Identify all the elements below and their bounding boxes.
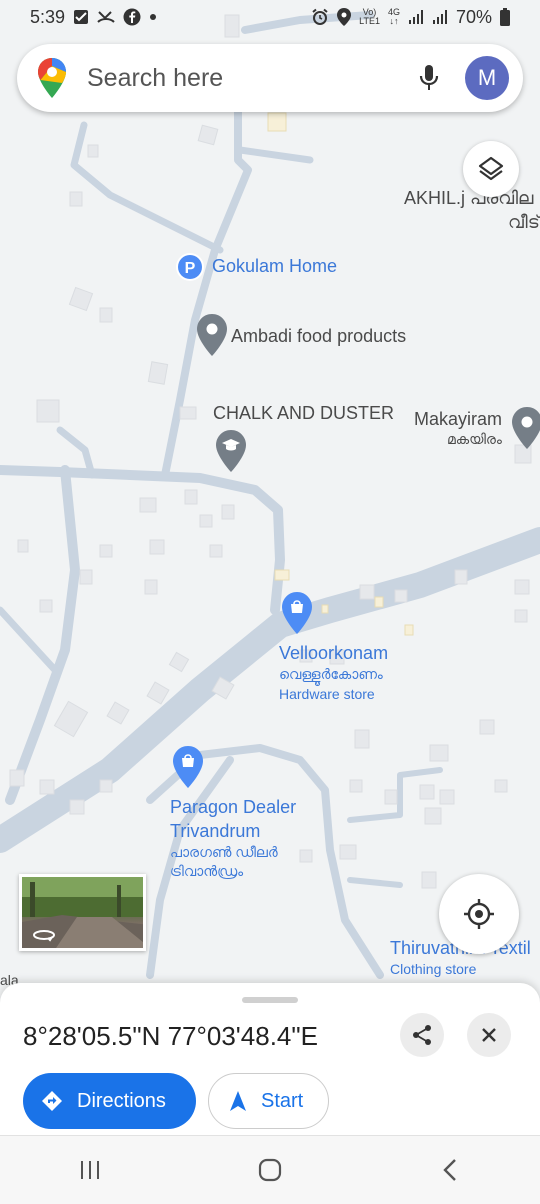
coordinates-title: 8°28'05.5"N 77°03'48.4"E [23, 1021, 318, 1051]
network-gen-indicator: 4G ↓↑ [387, 7, 400, 26]
battery-percent: 70% [455, 6, 492, 27]
ambadi-label[interactable]: Ambadi food products [231, 326, 406, 347]
microphone-icon [419, 65, 439, 90]
velloorkonam-label[interactable]: Velloorkonam [279, 643, 388, 664]
paragon-ml-label-line2[interactable]: ട്രിവാൻഡ്രം [170, 863, 243, 880]
makayiram-label[interactable]: Makayiram [414, 409, 502, 430]
paragon-label[interactable]: Paragon Dealer [170, 797, 296, 818]
directions-icon [42, 1091, 62, 1111]
crosshair-location-icon [464, 899, 494, 929]
dropped-pin-sheet[interactable]: 8°28'05.5"N 77°03'48.4"E Directions Star… [0, 983, 540, 1204]
velloorkonam-ml-label[interactable]: വെള്ളൂർകോണം [279, 666, 383, 683]
share-icon [413, 1025, 431, 1045]
signal-1-icon [408, 10, 423, 24]
signal-2-icon [432, 10, 447, 24]
battery-icon [500, 8, 510, 26]
paragon-ml-label[interactable]: പാരഗൺ ഡീലർ [170, 844, 278, 861]
makayiram-pin-icon[interactable] [512, 407, 540, 449]
directions-button[interactable]: Directions [23, 1073, 196, 1129]
sheet-drag-handle[interactable] [242, 997, 298, 1003]
360-view-icon [33, 930, 55, 942]
recent-apps-button[interactable] [60, 1150, 120, 1190]
facebook-icon [123, 8, 141, 26]
gokulam-label[interactable]: Gokulam Home [212, 256, 337, 277]
home-button[interactable] [240, 1150, 300, 1190]
velloorkonam-type-label[interactable]: Hardware store [279, 686, 375, 702]
layers-icon [478, 156, 504, 181]
akhil-label[interactable]: AKHIL.j പരവില [404, 188, 533, 209]
location-icon [337, 8, 352, 26]
gallery-notification-icon [74, 10, 89, 24]
notification-dot-icon [150, 14, 157, 20]
svg-text:P: P [185, 260, 196, 277]
thiruvathira-type-label[interactable]: Clothing store [390, 961, 476, 977]
navigation-arrow-icon [230, 1091, 246, 1111]
back-button[interactable] [420, 1150, 480, 1190]
akhil-label-line2[interactable]: വീട് [508, 212, 540, 233]
my-location-button[interactable] [439, 874, 519, 954]
close-icon [482, 1028, 496, 1042]
search-input[interactable]: Search here [87, 64, 409, 93]
close-button[interactable] [467, 1013, 511, 1057]
street-view-thumbnail[interactable] [19, 874, 146, 951]
missed-call-icon [97, 11, 115, 23]
google-maps-logo-icon [38, 58, 66, 98]
paragon-pin-icon[interactable] [173, 746, 203, 788]
share-button[interactable] [400, 1013, 444, 1057]
account-avatar[interactable]: M [465, 56, 509, 100]
home-icon [258, 1158, 282, 1182]
recent-apps-icon [81, 1161, 99, 1179]
system-navigation-bar [0, 1135, 540, 1204]
gokulam-pin-icon[interactable]: P [175, 252, 205, 282]
layers-button[interactable] [463, 141, 519, 197]
start-label: Start [261, 1089, 304, 1112]
velloorkonam-pin-icon[interactable] [282, 592, 312, 634]
alarm-icon [312, 8, 328, 25]
ambadi-pin-icon[interactable] [197, 314, 227, 356]
voice-search-button[interactable] [409, 58, 449, 98]
directions-label: Directions [77, 1089, 166, 1112]
status-time: 5:39 [30, 6, 66, 27]
start-button[interactable]: Start [208, 1073, 329, 1129]
search-bar[interactable]: Search here M [17, 44, 523, 112]
makayiram-ml-label[interactable]: മകയിരം [447, 431, 502, 448]
chalk-pin-icon[interactable] [216, 430, 246, 472]
volte-indicator: Vo) LTE1 [359, 7, 380, 26]
paragon-label-line2[interactable]: Trivandrum [170, 821, 260, 842]
back-icon [443, 1159, 456, 1181]
chalk-label[interactable]: CHALK AND DUSTER [213, 403, 394, 424]
status-bar: 5:39 Vo) LTE1 4G ↓↑ 70% [0, 0, 540, 34]
